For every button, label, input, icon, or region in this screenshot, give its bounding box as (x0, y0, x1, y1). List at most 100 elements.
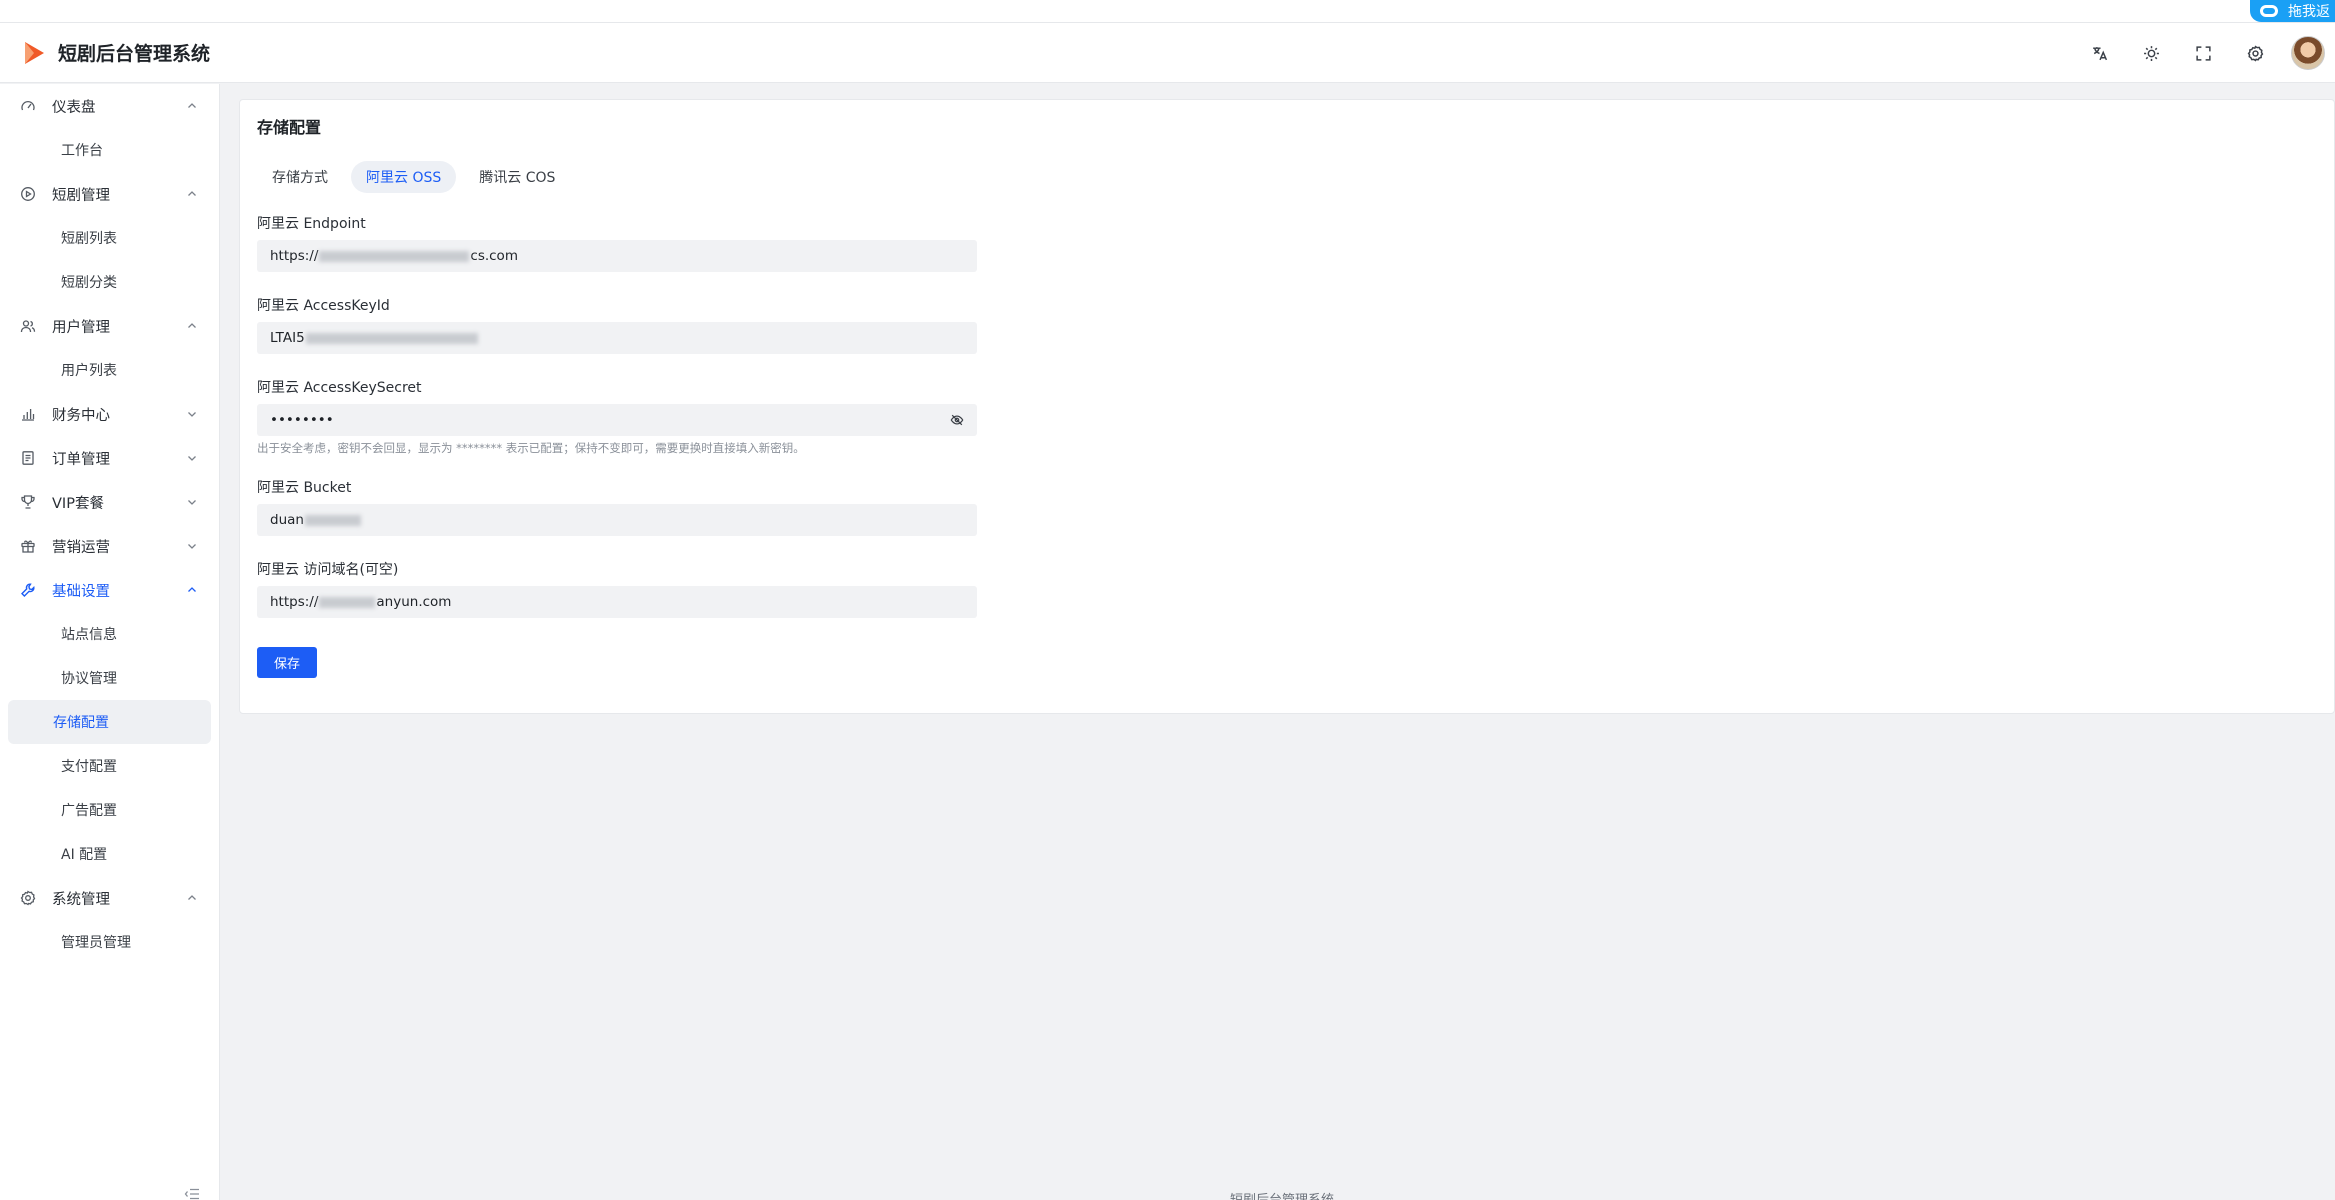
wrench-icon (20, 582, 36, 598)
app-title: 短剧后台管理系统 (58, 43, 211, 65)
sidebar-group-label: 订单管理 (52, 451, 110, 468)
sidebar-item-ai-config[interactable]: AI 配置 (8, 832, 211, 876)
bucket-input[interactable]: duan (257, 504, 977, 536)
endpoint-prefix: https:// (270, 248, 319, 264)
sidebar-group-header[interactable]: 系统管理 (0, 876, 219, 920)
chevron-up-icon (187, 585, 197, 595)
theme-sun-icon (2143, 45, 2159, 61)
tab-aliyun-oss[interactable]: 阿里云 OSS (351, 161, 457, 193)
sidebar-item-workbench[interactable]: 工作台 (8, 128, 211, 172)
sidebar-item-drama-list[interactable]: 短剧列表 (8, 216, 211, 260)
gear-icon (20, 890, 36, 906)
play-circle-icon (20, 186, 36, 202)
eye-off-icon[interactable] (950, 413, 964, 427)
sidebar-item-drama-category[interactable]: 短剧分类 (8, 260, 211, 304)
tab-tencent-cos[interactable]: 腾讯云 COS (464, 161, 570, 193)
access-key-secret-label: 阿里云 AccessKeySecret (257, 380, 422, 396)
sidebar-group-label: VIP套餐 (52, 495, 104, 512)
chevron-up-icon (187, 101, 197, 111)
chevron-down-icon (187, 453, 197, 463)
theme-toggle-button[interactable] (2133, 35, 2169, 71)
sidebar-group-label: 仪表盘 (52, 99, 96, 116)
sidebar-group-label: 营销运营 (52, 539, 110, 556)
access-domain-label: 阿里云 访问域名(可空) (257, 562, 399, 578)
trophy-icon (20, 494, 36, 510)
bucket-label: 阿里云 Bucket (257, 480, 352, 496)
access-domain-input[interactable]: https:// anyun.com (257, 586, 977, 618)
sidebar-group-header[interactable]: 用户管理 (0, 304, 219, 348)
endpoint-suffix: cs.com (470, 248, 518, 264)
sidebar-collapse-icon[interactable] (184, 1188, 200, 1200)
redacted-value (304, 514, 361, 526)
bucket-prefix: duan (270, 512, 304, 528)
tab-storage-mode[interactable]: 存储方式 (257, 161, 343, 193)
sidebar-group-orders[interactable]: 订单管理 (0, 436, 219, 480)
sidebar: 仪表盘 工作台 短剧管理 短剧列表 短剧分类 用户管理 用户列表 财务中心 订单… (0, 84, 220, 1200)
chevron-up-icon (187, 893, 197, 903)
chevron-up-icon (187, 189, 197, 199)
secret-hint: 出于安全考虑，密钥不会回显，显示为 ******** 表示已配置；保持不变即可，… (257, 441, 805, 455)
fullscreen-button[interactable] (2185, 35, 2221, 71)
gift-icon (20, 538, 36, 554)
sidebar-item-site-info[interactable]: 站点信息 (8, 612, 211, 656)
chevron-up-icon (187, 321, 197, 331)
sidebar-group-header[interactable]: 仪表盘 (0, 84, 219, 128)
storage-config-card: 存储配置 存储方式 阿里云 OSS 腾讯云 COS 阿里云 Endpoint h… (239, 99, 2335, 714)
top-strip (0, 0, 2335, 23)
sidebar-group-label: 短剧管理 (52, 187, 110, 204)
sidebar-group-basic-settings: 基础设置 站点信息 协议管理 存储配置 支付配置 广告配置 AI 配置 (0, 568, 219, 876)
sidebar-group-drama: 短剧管理 短剧列表 短剧分类 (0, 172, 219, 304)
sidebar-item-storage-config[interactable]: 存储配置 (8, 700, 211, 744)
bar-chart-icon (20, 406, 36, 422)
sidebar-group-marketing[interactable]: 营销运营 (0, 524, 219, 568)
sidebar-item-payment-config[interactable]: 支付配置 (8, 744, 211, 788)
translate-button[interactable] (2081, 35, 2117, 71)
dashboard-icon (20, 98, 36, 114)
access-domain-suffix: anyun.com (376, 594, 452, 610)
access-domain-prefix: https:// (270, 594, 319, 610)
chevron-down-icon (187, 497, 197, 507)
redacted-value (319, 250, 470, 262)
save-button[interactable]: 保存 (257, 647, 317, 678)
sidebar-group-label: 基础设置 (52, 583, 110, 600)
logo-play-icon (25, 41, 44, 64)
endpoint-label: 阿里云 Endpoint (257, 216, 366, 232)
storage-tabs: 存储方式 阿里云 OSS 腾讯云 COS (257, 161, 570, 193)
endpoint-input[interactable]: https:// cs.com (257, 240, 977, 272)
sidebar-group-label: 系统管理 (52, 891, 110, 908)
sidebar-group-finance[interactable]: 财务中心 (0, 392, 219, 436)
access-key-id-prefix: LTAI5 (270, 330, 305, 346)
floating-helper-label: 拖我返 (2288, 4, 2330, 20)
app-header: 短剧后台管理系统 (0, 23, 2335, 83)
sidebar-item-ad-config[interactable]: 广告配置 (8, 788, 211, 832)
sidebar-group-header[interactable]: 短剧管理 (0, 172, 219, 216)
chevron-down-icon (187, 541, 197, 551)
page-title: 存储配置 (257, 118, 322, 137)
sidebar-group-header[interactable]: 基础设置 (0, 568, 219, 612)
redacted-value (305, 332, 478, 344)
sidebar-group-label: 用户管理 (52, 319, 110, 336)
access-key-id-input[interactable]: LTAI5 (257, 322, 977, 354)
link-icon (2260, 5, 2278, 17)
fullscreen-icon (2195, 45, 2211, 61)
sidebar-item-admin-management[interactable]: 管理员管理 (8, 920, 211, 964)
access-key-secret-input[interactable]: •••••••• (257, 404, 977, 436)
settings-icon (2247, 44, 2263, 61)
sidebar-item-user-list[interactable]: 用户列表 (8, 348, 211, 392)
settings-button[interactable] (2237, 35, 2273, 71)
header-tools (2081, 23, 2325, 83)
sidebar-group-system: 系统管理 管理员管理 (0, 876, 219, 964)
footer-text: 短剧后台管理系统 (1230, 1189, 1334, 1200)
redacted-value (319, 596, 376, 608)
users-icon (20, 318, 36, 334)
sidebar-group-vip[interactable]: VIP套餐 (0, 480, 219, 524)
translate-icon (2092, 46, 2107, 60)
sidebar-group-users: 用户管理 用户列表 (0, 304, 219, 392)
floating-helper-badge[interactable]: 拖我返 (2250, 0, 2335, 22)
user-avatar[interactable] (2291, 36, 2325, 70)
sidebar-group-label: 财务中心 (52, 407, 110, 424)
sidebar-item-agreements[interactable]: 协议管理 (8, 656, 211, 700)
brand[interactable]: 短剧后台管理系统 (22, 39, 210, 66)
document-icon (20, 450, 36, 466)
chevron-down-icon (187, 409, 197, 419)
